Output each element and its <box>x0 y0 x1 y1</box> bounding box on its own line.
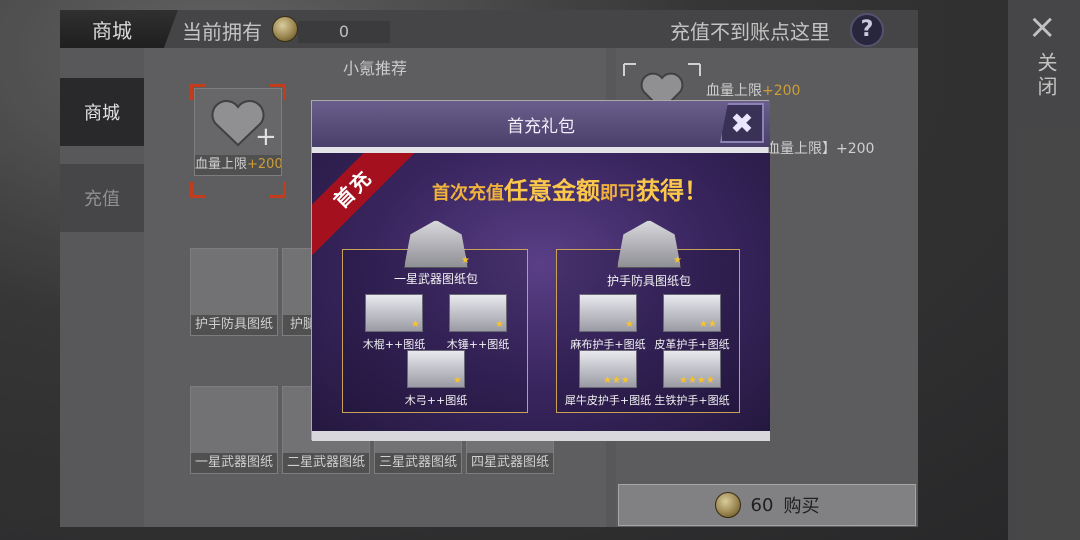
pack-name: 护手防具图纸包 <box>606 274 691 288</box>
toolbox-icon <box>617 220 681 268</box>
modal-close-button[interactable]: ✖ <box>720 103 764 143</box>
blueprint-label: 生铁护手+图纸 <box>654 394 730 407</box>
first-recharge-modal: 首充礼包 ✖ 首充 首次充值任意金额即可获得！ ★ 一星武器图纸包 ★ 木棍++… <box>311 100 770 441</box>
blueprint-label: 犀牛皮护手+图纸 <box>564 394 652 407</box>
modal-title: 首充礼包 <box>507 116 575 137</box>
modal-footer <box>312 431 770 441</box>
promo-headline: 首次充值任意金额即可获得！ <box>432 177 708 205</box>
blueprint-label: 木弓++图纸 <box>404 394 468 407</box>
modal-body: 首充 首次充值任意金额即可获得！ ★ 一星武器图纸包 ★ 木棍++图纸 ★ 木锤… <box>312 153 770 431</box>
pack-name: 一星武器图纸包 <box>393 272 478 286</box>
glove-blueprint-pack: ★ 护手防具图纸包 ★ 麻布护手+图纸 ★★ 皮革护手+图纸 ★★★ 犀牛皮护手… <box>556 220 740 413</box>
modal-header: 首充礼包 ✖ <box>312 101 770 147</box>
toolbox-icon <box>404 220 468 268</box>
weapon-blueprint-pack: ★ 一星武器图纸包 ★ 木棍++图纸 ★ 木锤++图纸 ★ 木弓++图纸 <box>342 220 528 413</box>
